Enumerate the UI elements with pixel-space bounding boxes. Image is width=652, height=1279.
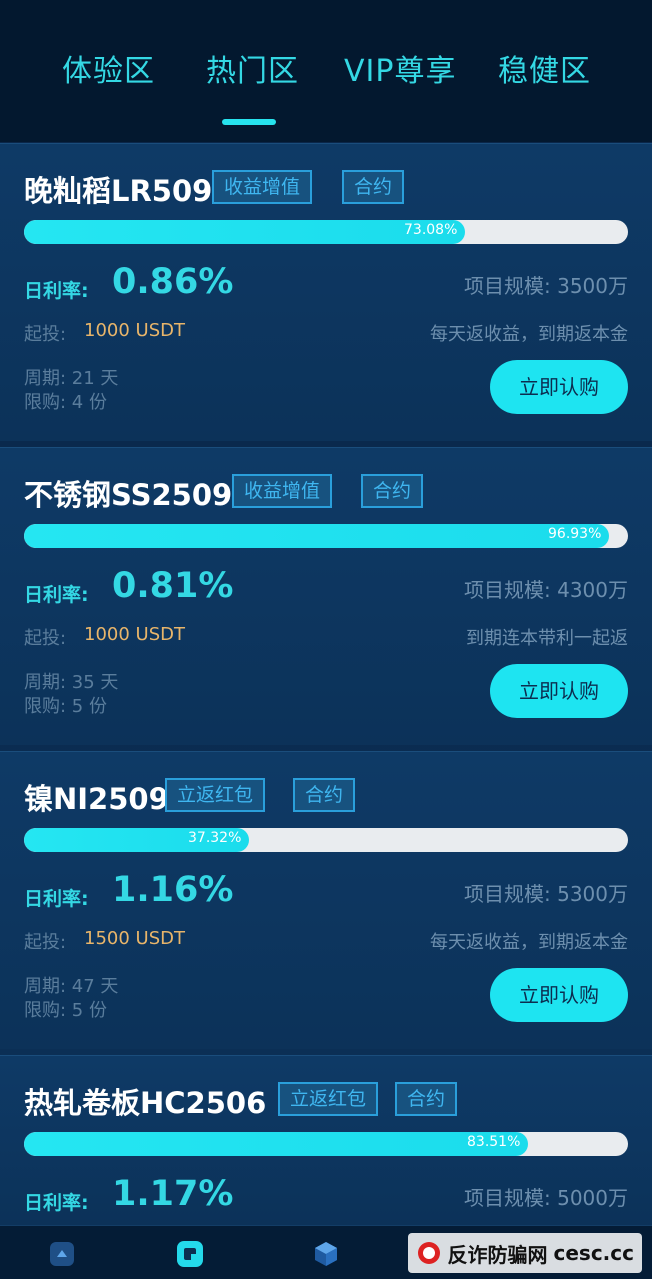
watermark-text: 反诈防骗网 [447,1242,548,1267]
product-tag: 合约 [361,474,424,508]
product-card: 镍NI2509 立返红包 合约 37.32% 日利率: 1.16% 项目规模: … [0,751,652,1049]
progress-text: 37.32% [188,830,242,846]
min-invest-value: 1000 USDT [84,320,185,341]
progress-fill [24,1132,528,1156]
daily-rate-value: 1.16% [112,870,234,910]
watermark: 反诈防骗网 cesc.cc [407,1233,642,1273]
cube-icon[interactable] [312,1240,340,1268]
return-description: 到期连本带利一起返 [466,628,628,649]
period-text: 周期: 47 天 [24,976,119,997]
product-tag: 合约 [342,170,405,204]
period-text: 周期: 35 天 [24,672,119,693]
min-invest-value: 1000 USDT [84,624,185,645]
product-tag: 合约 [293,778,356,812]
project-scale: 项目规模: 5000万 [464,1186,628,1210]
product-tag: 合约 [395,1082,458,1116]
tab-experience[interactable]: 体验区 [62,46,155,90]
product-name: 热轧卷板HC2506 [24,1086,267,1120]
chat-icon[interactable] [176,1240,204,1268]
purchase-limit-text: 限购: 5 份 [24,1000,107,1021]
progress-bar: 83.51% [24,1132,628,1156]
progress-text: 73.08% [404,222,458,238]
progress-fill [24,220,465,244]
shield-logo-icon [417,1242,440,1264]
min-invest-label: 起投: [24,932,67,953]
home-icon[interactable] [48,1240,76,1268]
project-scale: 项目规模: 3500万 [464,274,628,298]
daily-rate-value: 1.17% [112,1174,234,1214]
watermark-url: cesc.cc [553,1241,635,1265]
product-tag: 收益增值 [232,474,333,508]
progress-text: 96.93% [548,526,602,542]
product-tag: 立返红包 [165,778,266,812]
category-tabbar: 体验区 热门区 VIP尊享 稳健区 [0,0,652,142]
return-description: 每天返收益，到期返本金 [430,932,628,953]
min-invest-label: 起投: [24,628,67,649]
min-invest-label: 起投: [24,324,67,345]
daily-rate-label: 日利率: [24,280,89,302]
daily-rate-value: 0.81% [112,566,234,606]
progress-bar: 73.08% [24,220,628,244]
buy-now-button[interactable]: 立即认购 [490,360,628,414]
daily-rate-label: 日利率: [24,584,89,606]
product-tag: 收益增值 [212,170,313,204]
progress-bar: 96.93% [24,524,628,548]
period-text: 周期: 21 天 [24,368,119,389]
daily-rate-label: 日利率: [24,888,89,910]
daily-rate-label: 日利率: [24,1192,89,1214]
product-tag: 立返红包 [278,1082,379,1116]
app: 体验区 热门区 VIP尊享 稳健区 晚籼稻LR509 收益增值 合约 73.08… [0,0,652,1279]
return-description: 每天返收益，到期返本金 [430,324,628,345]
purchase-limit-text: 限购: 5 份 [24,696,107,717]
tab-vip[interactable]: VIP尊享 [344,46,456,90]
project-scale: 项目规模: 5300万 [464,882,628,906]
min-invest-value: 1500 USDT [84,928,185,949]
product-name: 晚籼稻LR509 [24,174,213,208]
progress-fill [24,524,609,548]
buy-now-button[interactable]: 立即认购 [490,664,628,718]
tab-hot[interactable]: 热门区 [206,46,299,90]
progress-bar: 37.32% [24,828,628,852]
product-card: 晚籼稻LR509 收益增值 合约 73.08% 日利率: 0.86% 项目规模:… [0,143,652,441]
progress-text: 83.51% [467,1134,521,1150]
purchase-limit-text: 限购: 4 份 [24,392,107,413]
daily-rate-value: 0.86% [112,262,234,302]
product-card: 热轧卷板HC2506 立返红包 合约 83.51% 日利率: 1.17% 项目规… [0,1055,652,1225]
project-scale: 项目规模: 4300万 [464,578,628,602]
buy-now-button[interactable]: 立即认购 [490,968,628,1022]
product-card: 不锈钢SS2509 收益增值 合约 96.93% 日利率: 0.81% 项目规模… [0,447,652,745]
product-name: 镍NI2509 [24,782,169,816]
active-tab-indicator [222,119,276,125]
product-name: 不锈钢SS2509 [24,478,233,512]
tab-stable[interactable]: 稳健区 [498,46,591,90]
